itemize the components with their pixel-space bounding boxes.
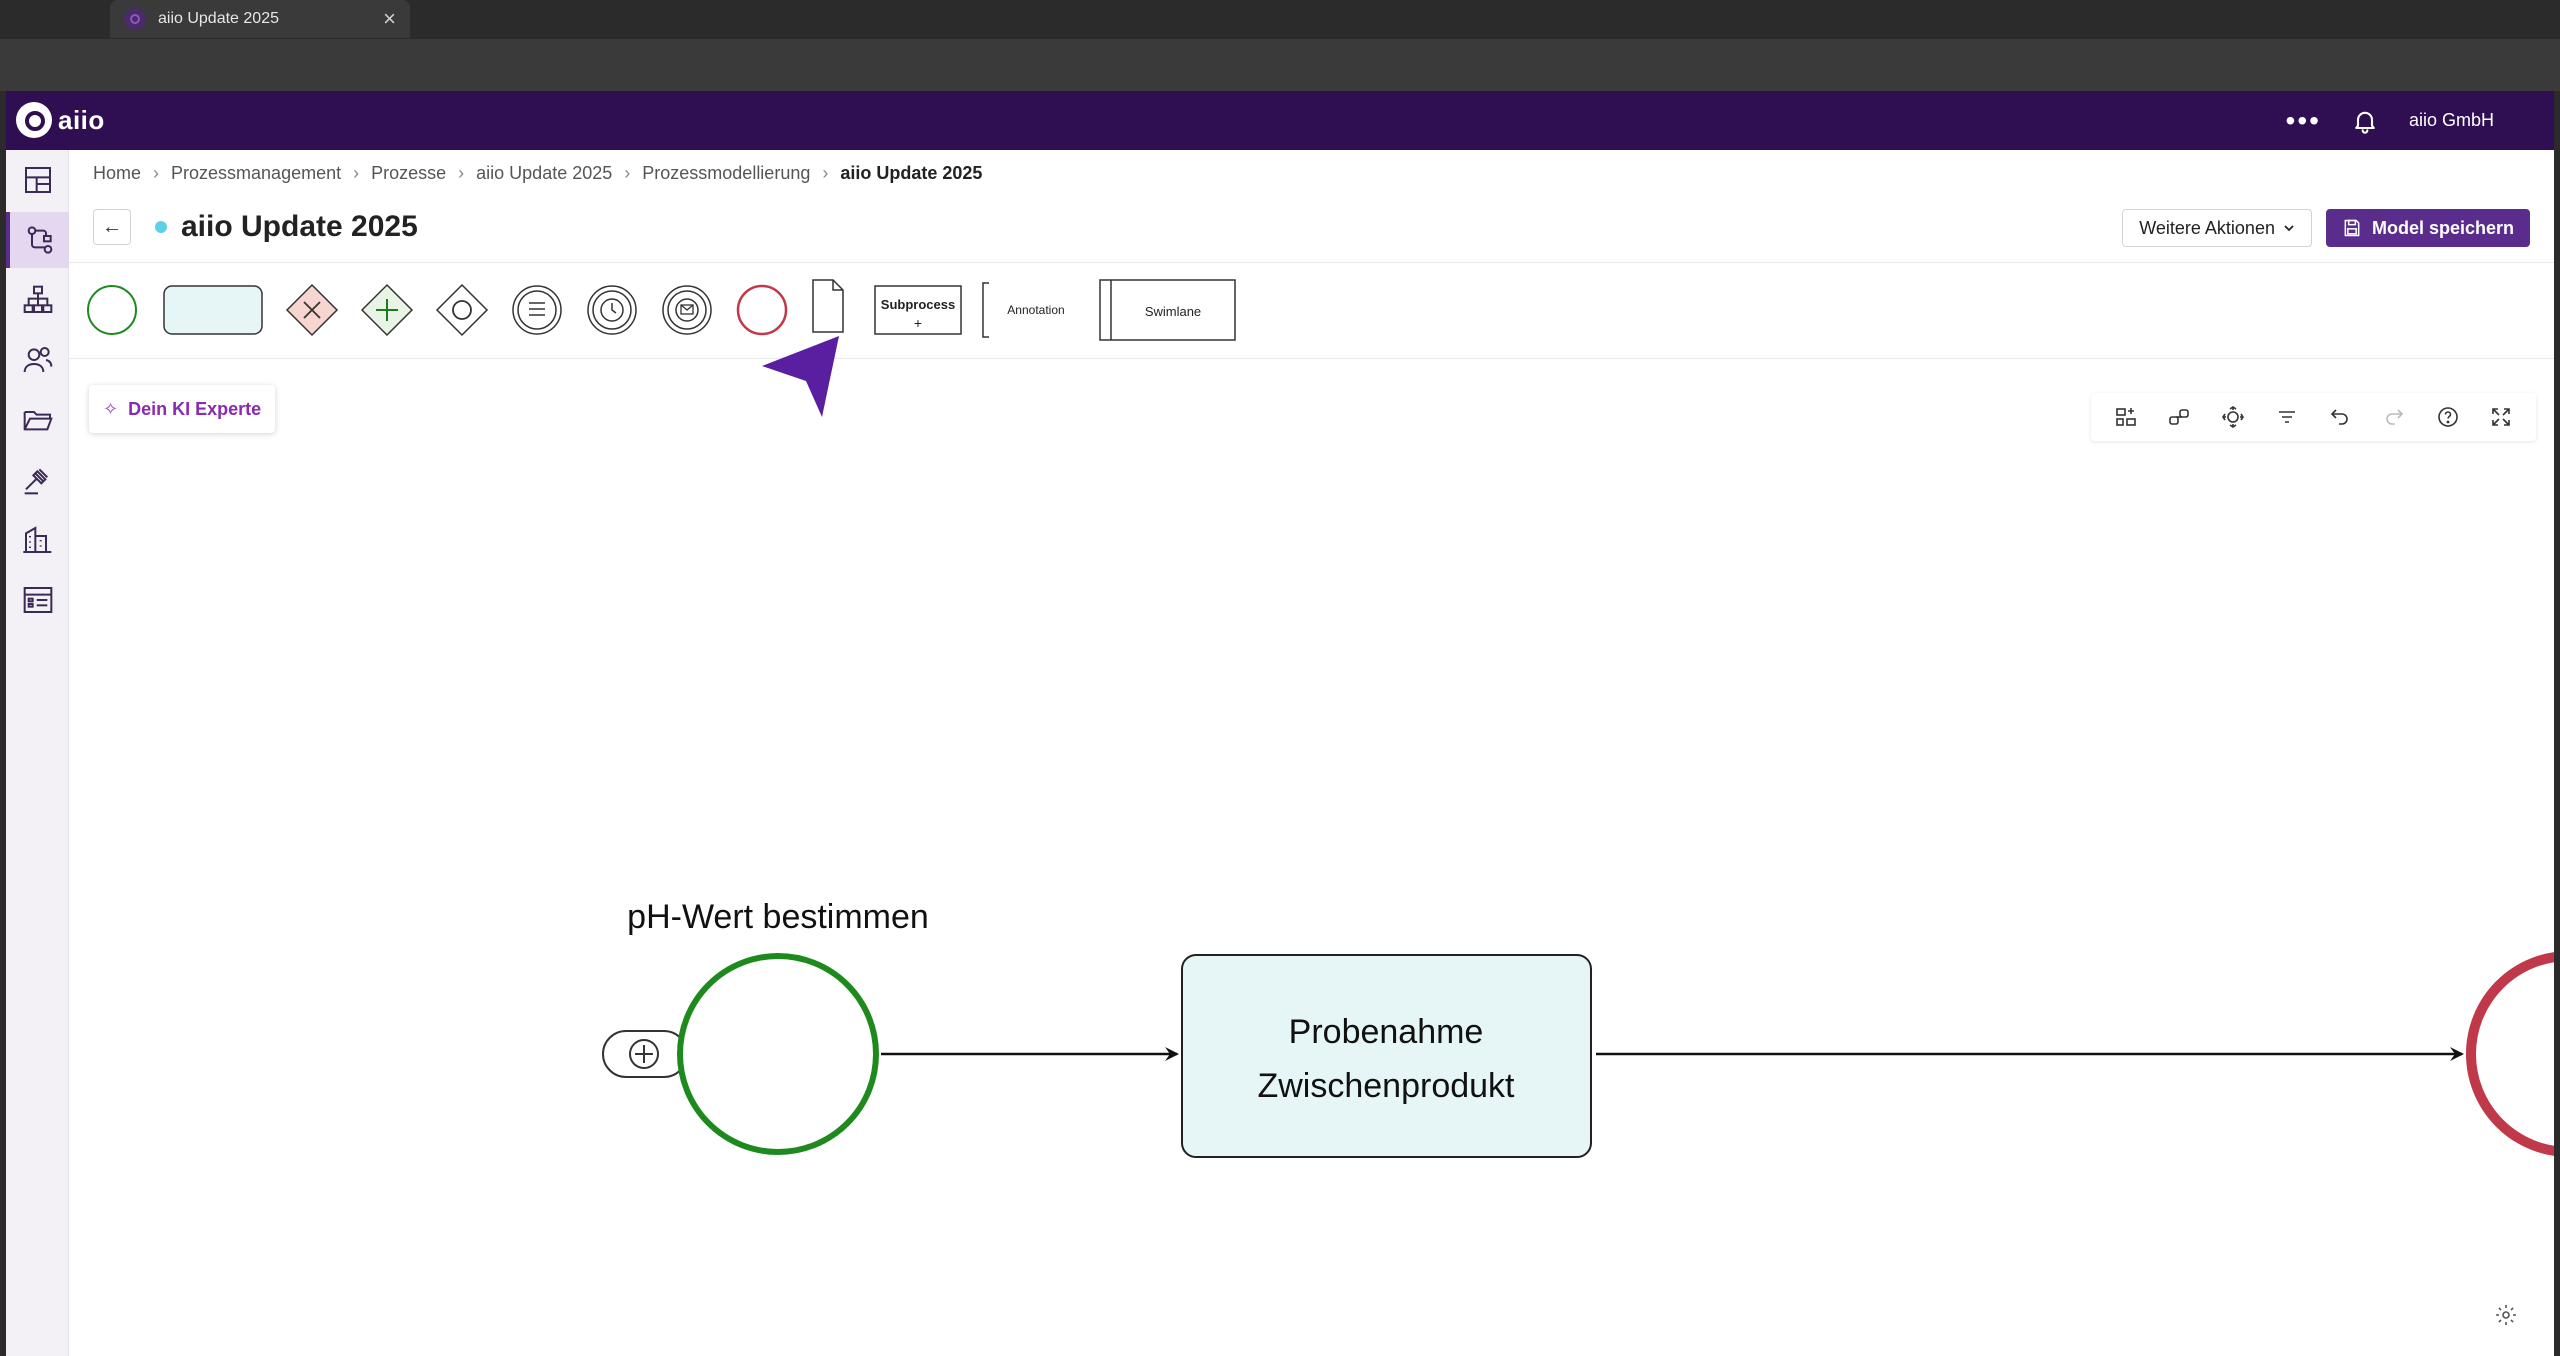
chevron-right-icon: ›	[624, 163, 631, 183]
breadcrumb-current: aiio Update 2025	[840, 163, 983, 183]
header-actions: ••• aiio GmbH	[2286, 91, 2494, 150]
breadcrumb-modelling[interactable]: Prozessmodellierung	[642, 163, 810, 184]
palette-parallel-gateway[interactable]	[360, 283, 414, 337]
palette-annotation[interactable]: Annotation	[982, 282, 1065, 338]
save-model-button[interactable]: Model speichern	[2325, 209, 2530, 247]
subprocess-plus: +	[914, 315, 922, 331]
palette-swimlane[interactable]: Swimlane	[1099, 279, 1236, 341]
chevron-right-icon: ›	[153, 163, 160, 183]
list-table-icon	[23, 587, 52, 613]
bell-icon[interactable]	[2351, 107, 2379, 135]
palette-start-event[interactable]	[87, 285, 137, 335]
settings-button[interactable]	[2488, 1297, 2524, 1333]
status-dot	[155, 221, 167, 233]
browser-toolbar	[0, 39, 2560, 91]
organization-name[interactable]: aiio GmbH	[2409, 110, 2494, 131]
sidebar-item-catalog[interactable]	[6, 572, 69, 628]
palette-end-event[interactable]	[736, 284, 788, 336]
sidebar-item-documents[interactable]	[6, 392, 69, 448]
chevron-right-icon: ›	[458, 163, 465, 183]
process-icon	[27, 226, 52, 254]
chevron-down-icon	[2284, 225, 2294, 232]
gear-icon	[2496, 1305, 2516, 1325]
dashboard-icon	[24, 167, 51, 193]
save-model-label: Model speichern	[2371, 217, 2514, 238]
palette-data-object[interactable]	[812, 279, 844, 333]
app-logo[interactable]: aiio	[16, 102, 105, 138]
browser-tab-bar: aiio Update 2025 ×	[0, 0, 2560, 39]
aiio-favicon-icon	[124, 8, 146, 30]
breadcrumb-process[interactable]: aiio Update 2025	[476, 163, 612, 184]
start-event-label: pH-Wert bestimmen	[627, 898, 929, 936]
more-actions-button[interactable]: Weitere Aktionen	[2122, 209, 2312, 247]
palette-subprocess[interactable]: Subprocess +	[874, 285, 962, 335]
end-event[interactable]	[2466, 952, 2554, 1156]
chevron-right-icon: ›	[353, 163, 360, 183]
logo-text: aiio	[58, 104, 105, 135]
bpmn-canvas[interactable]: pH-Wert bestimmen Probenahme Zwischenpro…	[69, 359, 2554, 1356]
breadcrumb: Home › Prozessmanagement › Prozesse › ai…	[93, 163, 982, 184]
expand-subprocess-button[interactable]	[602, 1030, 688, 1078]
bpmn-palette: Subprocess + Annotation Swimlane	[69, 263, 2554, 358]
breadcrumb-process-management[interactable]: Prozessmanagement	[171, 163, 341, 184]
tab-close-icon[interactable]: ×	[383, 8, 396, 30]
more-actions-label: Weitere Aktionen	[2139, 217, 2275, 238]
more-options-icon[interactable]: •••	[2286, 106, 2321, 134]
sidebar-item-organization[interactable]	[6, 272, 69, 328]
palette-message-event[interactable]	[662, 285, 712, 335]
sidebar-item-compliance[interactable]	[6, 452, 69, 508]
page-actions: Weitere Aktionen Model speichern	[2122, 209, 2530, 247]
tab-title: aiio Update 2025	[158, 10, 279, 27]
breadcrumb-processes[interactable]: Prozesse	[371, 163, 446, 184]
chevron-right-icon: ›	[822, 163, 829, 183]
cursor-pointer-icon	[762, 336, 839, 417]
palette-exclusive-gateway[interactable]	[285, 283, 339, 337]
swimlane-label: Swimlane	[1145, 304, 1201, 319]
back-button[interactable]: ←	[93, 209, 131, 245]
sidebar	[6, 150, 69, 1356]
sidebar-item-dashboard[interactable]	[6, 152, 69, 208]
app-window: aiio ••• aiio GmbH Home › Prozessmanagem…	[6, 91, 2554, 1356]
task-probenahme[interactable]: Probenahme Zwischenprodukt	[1181, 954, 1592, 1158]
palette-inclusive-gateway[interactable]	[435, 283, 489, 337]
aiio-logo-icon	[16, 102, 52, 138]
subprocess-label: Subprocess	[881, 297, 955, 312]
app-header: aiio ••• aiio GmbH	[6, 91, 2554, 150]
sidebar-item-processes[interactable]	[6, 212, 69, 268]
gavel-icon	[24, 468, 48, 495]
task-label-line1: Probenahme	[1289, 1013, 1484, 1051]
folder-icon	[23, 411, 53, 431]
building-icon	[22, 526, 51, 553]
palette-conditional-event[interactable]	[512, 285, 562, 335]
breadcrumb-home[interactable]: Home	[93, 163, 141, 184]
annotation-label: Annotation	[1007, 303, 1064, 317]
sidebar-item-people[interactable]	[6, 332, 69, 388]
palette-task[interactable]	[163, 285, 263, 335]
org-chart-icon	[23, 285, 52, 313]
save-icon	[2344, 219, 2360, 237]
sidebar-item-company[interactable]	[6, 512, 69, 568]
browser-tab[interactable]: aiio Update 2025 ×	[110, 0, 410, 38]
title-row: ← aiio Update 2025	[93, 209, 418, 245]
task-label-line2: Zwischenprodukt	[1257, 1067, 1515, 1105]
people-icon	[23, 347, 52, 373]
palette-timer-event[interactable]	[587, 285, 637, 335]
page-title: aiio Update 2025	[181, 210, 418, 243]
start-event[interactable]	[677, 953, 879, 1155]
